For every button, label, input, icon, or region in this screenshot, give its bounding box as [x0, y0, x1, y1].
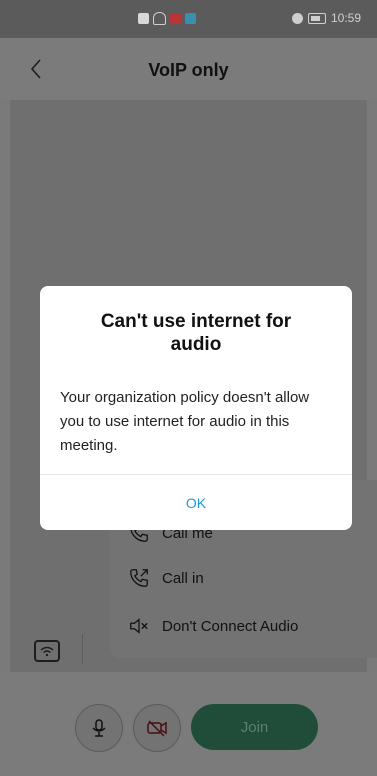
header: VoIP only	[0, 38, 377, 100]
battery-icon	[307, 12, 326, 24]
policy-dialog: Can't use internet for audio Your organi…	[40, 286, 352, 530]
status-time: 10:59	[330, 11, 361, 25]
wifi-audio-button[interactable]	[34, 640, 60, 662]
alarm-icon	[291, 12, 303, 24]
wifi-icon	[40, 646, 54, 657]
divider	[82, 634, 83, 664]
microphone-icon	[92, 719, 106, 737]
audio-option-label: Call in	[162, 569, 204, 587]
microphone-button[interactable]	[75, 704, 123, 752]
join-button[interactable]: Join	[191, 704, 318, 750]
status-right: 10:59	[291, 11, 361, 25]
ok-button[interactable]: OK	[40, 475, 352, 530]
wifi-icon	[153, 12, 166, 25]
camera-off-icon	[147, 720, 167, 737]
camera-button[interactable]	[133, 704, 181, 752]
alert-icon	[138, 13, 149, 24]
bottom-bar	[0, 672, 377, 776]
status-bar: 10:59	[0, 0, 377, 38]
speaker-muted-icon	[130, 618, 148, 634]
phone-outgoing-icon	[130, 569, 148, 587]
page-title: VoIP only	[148, 60, 229, 80]
audio-option-label: Don't Connect Audio	[162, 617, 299, 635]
audio-option-dont-connect[interactable]: Don't Connect Audio	[128, 611, 298, 641]
notification-icons	[138, 12, 196, 25]
dialog-message: Your organization policy doesn't allow y…	[60, 389, 310, 454]
dialog-title: Can't use internet for audio	[100, 311, 292, 355]
audio-option-call-in[interactable]: Call in	[128, 563, 204, 593]
app-notification-icon	[170, 13, 181, 24]
app-notification-icon-2	[185, 13, 196, 24]
